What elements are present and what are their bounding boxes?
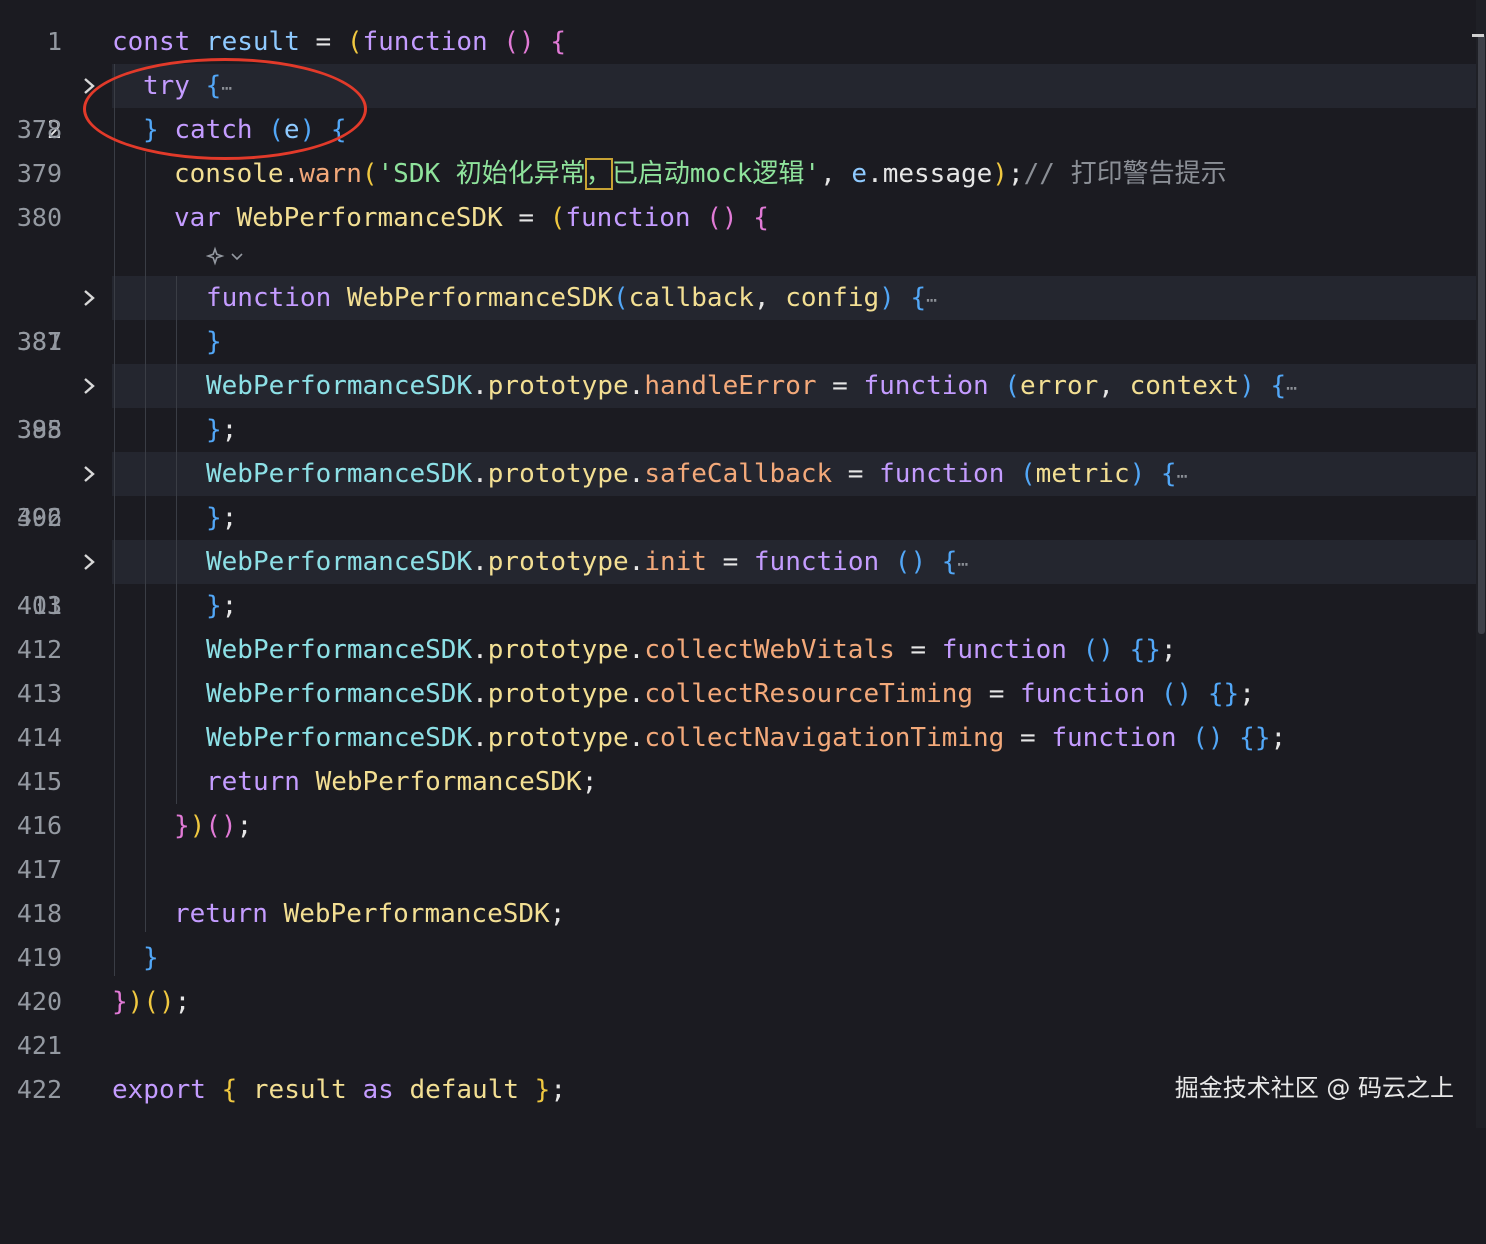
gutter: 1 bbox=[0, 20, 112, 64]
code-line[interactable]: 380 var WebPerformanceSDK = (function ()… bbox=[0, 196, 1476, 240]
chevron-right-icon[interactable] bbox=[80, 364, 100, 408]
line-number: 414 bbox=[16, 723, 62, 752]
code-text[interactable]: WebPerformanceSDK.prototype.collectNavig… bbox=[206, 716, 1286, 760]
code-line[interactable]: 421 bbox=[0, 1024, 1476, 1068]
code-text[interactable]: } bbox=[143, 936, 159, 980]
gutter: 419 bbox=[0, 936, 112, 980]
code-line[interactable]: 416 })(); bbox=[0, 804, 1476, 848]
code-text[interactable]: return WebPerformanceSDK; bbox=[174, 892, 565, 936]
code-text[interactable]: })(); bbox=[174, 804, 252, 848]
fold-ellipsis[interactable]: ⋯ bbox=[1177, 466, 1188, 487]
code-text[interactable]: const result = (function () { bbox=[112, 20, 566, 64]
code-comment: // 打印警告提示 bbox=[1023, 159, 1227, 189]
scrollbar-position-marker bbox=[1472, 34, 1484, 37]
gutter: 388 bbox=[0, 364, 112, 444]
gutter: 422 bbox=[0, 1068, 112, 1112]
fold-ellipsis[interactable]: ⋯ bbox=[926, 290, 937, 311]
code-line[interactable]: 411 }; bbox=[0, 584, 1476, 628]
gutter: 413 bbox=[0, 672, 112, 716]
code-text[interactable]: })(); bbox=[112, 980, 190, 1024]
code-line-folded[interactable]: 403 WebPerformanceSDK.prototype.init = f… bbox=[0, 540, 1476, 620]
fold-ellipsis[interactable]: ⋯ bbox=[957, 554, 968, 575]
code-editor[interactable]: 1 const result = (function () { 2 try {⋯… bbox=[0, 0, 1486, 1128]
line-number: 402 bbox=[16, 503, 62, 532]
gutter: 402 bbox=[0, 496, 112, 540]
code-line[interactable]: 417 bbox=[0, 848, 1476, 892]
gutter: 415 bbox=[0, 760, 112, 804]
gutter: 412 bbox=[0, 628, 112, 672]
code-line[interactable]: 418 return WebPerformanceSDK; bbox=[0, 892, 1476, 936]
line-number: 420 bbox=[16, 987, 62, 1016]
line-number: 387 bbox=[16, 327, 62, 356]
code-line-folded[interactable]: 381 function WebPerformanceSDK(callback,… bbox=[0, 276, 1476, 356]
indent-guide bbox=[176, 276, 177, 804]
gutter: 381 bbox=[0, 276, 112, 356]
gutter: 418 bbox=[0, 892, 112, 936]
indent-guide bbox=[145, 152, 146, 932]
line-number: 1 bbox=[46, 27, 62, 56]
code-line[interactable]: 402 }; bbox=[0, 496, 1476, 540]
code-text[interactable]: WebPerformanceSDK.prototype.handleError … bbox=[206, 364, 1297, 411]
code-line[interactable]: 419 } bbox=[0, 936, 1476, 980]
fold-ellipsis[interactable]: ⋯ bbox=[1286, 378, 1297, 399]
line-number: 379 bbox=[16, 159, 62, 188]
gutter: 421 bbox=[0, 1024, 112, 1068]
code-line-folded[interactable]: 388 WebPerformanceSDK.prototype.handleEr… bbox=[0, 364, 1476, 444]
code-text[interactable]: console.warn('SDK 初始化异常，已启动mock逻辑', e.me… bbox=[174, 152, 1227, 196]
sparkle-icon[interactable] bbox=[205, 246, 250, 270]
line-number: 421 bbox=[16, 1031, 62, 1060]
chevron-right-icon[interactable] bbox=[80, 276, 100, 320]
line-number: 415 bbox=[16, 767, 62, 796]
line-number: 418 bbox=[16, 899, 62, 928]
gutter: 411 bbox=[0, 584, 112, 628]
gutter: 379 bbox=[0, 152, 112, 196]
code-text[interactable]: return WebPerformanceSDK; bbox=[206, 760, 597, 804]
line-number: 395 bbox=[16, 415, 62, 444]
gutter: 417 bbox=[0, 848, 112, 892]
code-text[interactable]: }; bbox=[206, 584, 237, 628]
code-text[interactable]: WebPerformanceSDK.prototype.init = funct… bbox=[206, 540, 968, 587]
line-number: 412 bbox=[16, 635, 62, 664]
gutter: 414 bbox=[0, 716, 112, 760]
line-number: 411 bbox=[16, 591, 62, 620]
chevron-right-icon[interactable] bbox=[80, 452, 100, 496]
code-line[interactable]: 413 WebPerformanceSDK.prototype.collectR… bbox=[0, 672, 1476, 716]
indent-guide bbox=[114, 64, 115, 976]
code-line[interactable]: 387 } bbox=[0, 320, 1476, 364]
code-line[interactable]: 395 }; bbox=[0, 408, 1476, 452]
code-text[interactable]: WebPerformanceSDK.prototype.collectResou… bbox=[206, 672, 1255, 716]
text-cursor: ， bbox=[584, 158, 613, 190]
line-number: 380 bbox=[16, 203, 62, 232]
line-number: 419 bbox=[16, 943, 62, 972]
code-line[interactable]: 415 return WebPerformanceSDK; bbox=[0, 760, 1476, 804]
line-number: 422 bbox=[16, 1075, 62, 1104]
gutter: 387 bbox=[0, 320, 112, 364]
scrollbar-thumb[interactable] bbox=[1478, 34, 1485, 634]
gutter: 420 bbox=[0, 980, 112, 1024]
code-text[interactable]: } bbox=[206, 320, 222, 364]
chevron-right-icon[interactable] bbox=[80, 540, 100, 584]
line-number: 416 bbox=[16, 811, 62, 840]
code-line-folded[interactable]: 396 WebPerformanceSDK.prototype.safeCall… bbox=[0, 452, 1476, 532]
line-number: 413 bbox=[16, 679, 62, 708]
line-number: 417 bbox=[16, 855, 62, 884]
gutter: 416 bbox=[0, 804, 112, 848]
gutter: 396 bbox=[0, 452, 112, 532]
annotation-circle bbox=[83, 58, 367, 160]
code-text[interactable]: var WebPerformanceSDK = (function () { bbox=[174, 196, 769, 240]
gutter: 395 bbox=[0, 408, 112, 452]
code-text[interactable]: function WebPerformanceSDK(callback, con… bbox=[206, 276, 937, 323]
line-number: 378 bbox=[16, 115, 62, 144]
code-line[interactable]: 414 WebPerformanceSDK.prototype.collectN… bbox=[0, 716, 1476, 760]
gutter: 380 bbox=[0, 196, 112, 240]
code-line[interactable]: 412 WebPerformanceSDK.prototype.collectW… bbox=[0, 628, 1476, 672]
code-text[interactable]: export { result as default }; bbox=[112, 1068, 566, 1112]
code-text[interactable]: WebPerformanceSDK.prototype.collectWebVi… bbox=[206, 628, 1177, 672]
code-text[interactable]: WebPerformanceSDK.prototype.safeCallback… bbox=[206, 452, 1187, 499]
code-line[interactable]: 420 })(); bbox=[0, 980, 1476, 1024]
code-text[interactable]: }; bbox=[206, 496, 237, 540]
gutter: 403 bbox=[0, 540, 112, 620]
watermark: 掘金技术社区 @ 码云之上 bbox=[1174, 1074, 1454, 1102]
code-text[interactable]: }; bbox=[206, 408, 237, 452]
